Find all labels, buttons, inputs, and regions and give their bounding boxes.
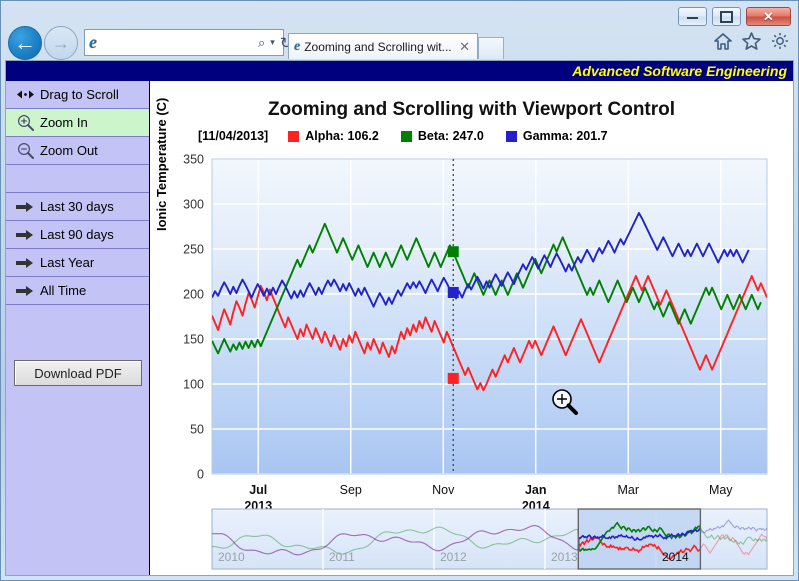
y-axis-ticks: 0 50 100 150 200 250 300 350	[183, 153, 204, 482]
browser-navigation-bar: ← → e ⌕ ▾ ↻ e Zooming and Scrolling wit.…	[0, 26, 799, 62]
svg-text:2011: 2011	[329, 550, 355, 564]
sidebar-item-label: Last Year	[40, 255, 95, 270]
close-icon: ✕	[763, 9, 774, 24]
svg-text:May: May	[709, 483, 733, 497]
svg-text:Nov: Nov	[432, 483, 455, 497]
sidebar-item-drag-to-scroll[interactable]: Drag to Scroll	[6, 81, 149, 109]
sidebar-item-last-30-days[interactable]: Last 30 days	[6, 193, 149, 221]
arrow-right-icon	[14, 201, 36, 213]
sidebar-item-last-year[interactable]: Last Year	[6, 249, 149, 277]
sidebar-divider	[6, 165, 149, 193]
back-button[interactable]: ←	[8, 26, 42, 60]
sidebar-item-label: Zoom Out	[40, 143, 98, 158]
svg-text:250: 250	[183, 243, 204, 257]
minimize-button[interactable]	[678, 7, 707, 26]
tab-zooming-and-scrolling[interactable]: e Zooming and Scrolling wit... ✕	[288, 33, 478, 59]
arrow-right-icon	[14, 257, 36, 269]
window-controls: ✕	[678, 7, 791, 26]
home-icon[interactable]	[714, 32, 732, 50]
svg-text:300: 300	[183, 198, 204, 212]
ie-logo-icon: e	[89, 32, 97, 52]
svg-text:350: 350	[183, 153, 204, 167]
svg-text:50: 50	[190, 423, 204, 437]
sidebar-item-zoom-in[interactable]: Zoom In	[6, 109, 149, 137]
svg-text:Mar: Mar	[617, 483, 639, 497]
svg-text:100: 100	[183, 378, 204, 392]
browser-toolbar-icons	[714, 32, 789, 50]
close-button[interactable]: ✕	[746, 7, 791, 26]
download-pdf-button[interactable]: Download PDF	[14, 360, 142, 386]
site-banner: Advanced Software Engineering	[6, 61, 793, 81]
sidebar-item-all-time[interactable]: All Time	[6, 277, 149, 305]
star-icon[interactable]	[742, 32, 761, 50]
tab-title: Zooming and Scrolling wit...	[304, 39, 452, 54]
svg-text:150: 150	[183, 333, 204, 347]
arrow-left-icon: ←	[14, 30, 36, 55]
chart-plot[interactable]: 0 50 100 150 200 250 300 350 Jul 2013 Sep Nov Jan 20…	[150, 81, 794, 575]
maximize-icon	[720, 10, 733, 23]
forward-button[interactable]: →	[44, 26, 78, 60]
search-icon[interactable]: ⌕	[258, 35, 265, 51]
address-bar[interactable]: e ⌕ ▾ ↻	[84, 29, 292, 56]
zoom-out-icon	[14, 142, 36, 159]
sidebar-item-label: Drag to Scroll	[40, 87, 119, 102]
svg-text:2013: 2013	[551, 550, 578, 564]
sidebar-item-last-90-days[interactable]: Last 90 days	[6, 221, 149, 249]
browser-window: ✕ ← → e ⌕ ▾ ↻ e Zooming and Scrolling wi…	[0, 0, 799, 581]
sidebar-item-label: Last 30 days	[40, 199, 114, 214]
download-button-wrapper: Download PDF	[6, 360, 149, 386]
drag-horizontal-icon	[14, 89, 36, 100]
new-tab-button[interactable]	[478, 37, 504, 59]
sidebar: Drag to Scroll Zoom In Zoom Out Last 30 …	[6, 81, 150, 575]
tab-close-icon[interactable]: ✕	[456, 39, 473, 55]
plot-background	[212, 159, 767, 474]
svg-text:200: 200	[183, 288, 204, 302]
page-body: Drag to Scroll Zoom In Zoom Out Last 30 …	[6, 81, 793, 575]
svg-text:2014: 2014	[662, 550, 689, 564]
sidebar-item-label: All Time	[40, 283, 87, 298]
arrow-right-icon	[14, 285, 36, 297]
svg-text:Sep: Sep	[340, 483, 362, 497]
chevron-down-icon[interactable]: ▾	[270, 37, 275, 48]
address-input[interactable]	[97, 34, 258, 51]
svg-text:0: 0	[197, 468, 204, 482]
sidebar-item-label: Last 90 days	[40, 227, 114, 242]
sidebar-filler	[6, 386, 149, 575]
tab-favicon-icon: e	[294, 38, 301, 54]
sidebar-item-zoom-out[interactable]: Zoom Out	[6, 137, 149, 165]
svg-text:Jul: Jul	[249, 483, 267, 497]
svg-text:2012: 2012	[440, 550, 467, 564]
svg-text:Jan: Jan	[525, 483, 547, 497]
tab-strip: e Zooming and Scrolling wit... ✕	[288, 29, 504, 59]
sidebar-item-label: Zoom In	[40, 115, 88, 130]
arrow-right-icon	[14, 229, 36, 241]
arrow-right-icon: →	[52, 33, 70, 53]
maximize-button[interactable]	[712, 7, 741, 26]
svg-text:2010: 2010	[218, 550, 245, 564]
minimize-icon	[687, 14, 698, 19]
zoom-in-icon	[14, 114, 36, 131]
banner-title: Advanced Software Engineering	[572, 63, 787, 79]
chart-panel: Zooming and Scrolling with Viewport Cont…	[150, 81, 793, 575]
gear-icon[interactable]	[771, 32, 789, 50]
page-content: Advanced Software Engineering Drag to Sc…	[5, 60, 794, 576]
